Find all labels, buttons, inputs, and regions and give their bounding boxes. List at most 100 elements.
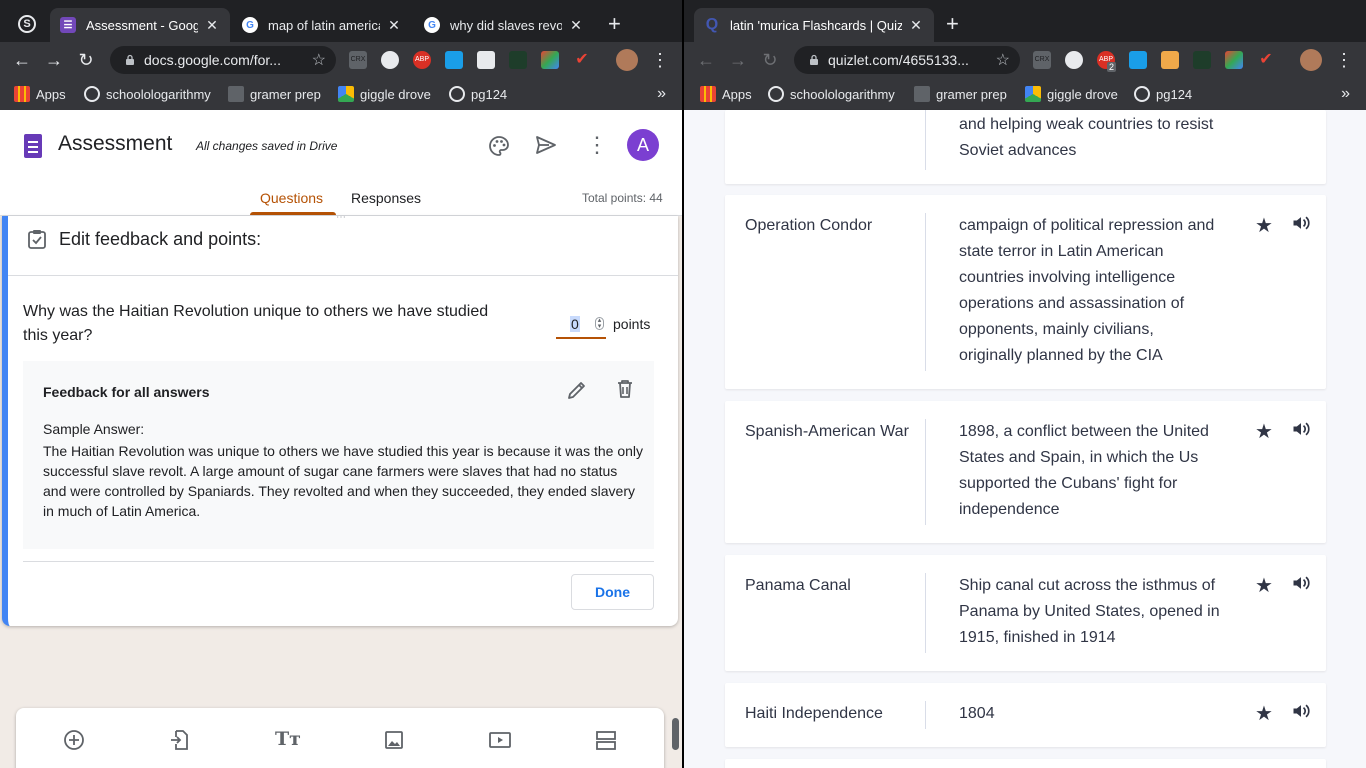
eyes-extension-icon[interactable] <box>381 51 399 69</box>
more-options-icon[interactable]: ⋮ <box>586 132 608 158</box>
crx-extension-icon[interactable]: CRX <box>349 51 367 69</box>
browser-toolbar: ← → ↻ docs.google.com/for... ☆ CRX ABP ✔… <box>0 42 682 78</box>
close-icon[interactable]: ✕ <box>568 17 584 34</box>
bookmark-pg124[interactable]: pg124 <box>449 86 507 102</box>
back-icon[interactable]: ← <box>10 48 34 72</box>
star-icon[interactable]: ★ <box>1255 701 1273 726</box>
card-divider <box>925 573 926 653</box>
account-avatar[interactable]: A <box>627 129 659 161</box>
audio-icon[interactable] <box>1291 213 1311 233</box>
add-video-icon[interactable] <box>488 728 512 752</box>
forms-logo-icon[interactable] <box>24 134 42 158</box>
tab-quizlet[interactable]: Q latin 'murica Flashcards | Quizl ✕ <box>694 8 934 42</box>
extension-green-icon[interactable] <box>1193 51 1211 69</box>
form-title[interactable]: Assessment <box>58 132 172 156</box>
schoology-icon[interactable]: S <box>18 15 36 33</box>
close-icon[interactable]: ✕ <box>386 17 402 34</box>
audio-icon[interactable] <box>1291 573 1311 593</box>
bookmark-star-icon[interactable]: ☆ <box>996 50 1010 70</box>
address-bar[interactable]: quizlet.com/4655133... ☆ <box>794 46 1020 74</box>
close-icon[interactable]: ✕ <box>908 17 924 34</box>
google-icon: G <box>242 17 258 33</box>
extension-box-icon[interactable] <box>1161 51 1179 69</box>
reload-icon[interactable]: ↻ <box>758 48 782 72</box>
new-tab-icon[interactable]: + <box>946 12 959 36</box>
bookmark-giggle-drove[interactable]: giggle drove <box>338 86 431 102</box>
card-term: Operation Condor <box>745 217 873 234</box>
import-questions-icon[interactable] <box>168 728 192 752</box>
back-icon[interactable]: ← <box>694 48 718 72</box>
star-icon[interactable]: ★ <box>1255 419 1273 444</box>
add-image-icon[interactable] <box>382 728 406 752</box>
audio-icon[interactable] <box>1291 419 1311 439</box>
flashcard: Panama Canal Ship canal cut across the i… <box>725 555 1326 671</box>
star-icon[interactable]: ★ <box>1255 213 1273 238</box>
bookmark-gramer-prep[interactable]: gramer prep <box>914 86 1007 102</box>
extension-check-icon[interactable]: ✔ <box>573 51 591 69</box>
divider <box>8 275 678 276</box>
schoology-icon <box>84 86 100 102</box>
forward-icon[interactable]: → <box>42 48 66 72</box>
star-icon[interactable]: ★ <box>1255 573 1273 598</box>
send-icon[interactable] <box>534 133 558 157</box>
reload-icon[interactable]: ↻ <box>74 48 98 72</box>
trash-icon[interactable] <box>613 377 637 401</box>
sample-answer-text: The Haitian Revolution was unique to oth… <box>43 443 644 519</box>
points-input[interactable]: 0 ▴ ▾ <box>556 313 606 339</box>
eyes-extension-icon[interactable] <box>1065 51 1083 69</box>
gb-icon <box>914 86 930 102</box>
add-question-icon[interactable] <box>62 728 86 752</box>
adblock-icon[interactable]: ABP <box>413 51 431 69</box>
tab-responses[interactable]: Responses <box>351 190 421 206</box>
forward-icon[interactable]: → <box>726 48 750 72</box>
question-card: ⋯ Edit feedback and points: Why was the … <box>2 212 678 626</box>
bookmark-apps[interactable]: Apps <box>14 86 66 102</box>
url-text: quizlet.com/4655133... <box>828 52 969 68</box>
forms-icon: ☰ <box>60 17 76 33</box>
extension-colorful-icon[interactable] <box>541 51 559 69</box>
extension-box-icon[interactable] <box>477 51 495 69</box>
edit-pencil-icon[interactable] <box>565 378 589 402</box>
bookmark-giggle-drove[interactable]: giggle drove <box>1025 86 1118 102</box>
extension-check-icon[interactable]: ✔ <box>1257 51 1275 69</box>
bookmark-schoolologarithmy[interactable]: schoolologarithmy <box>84 86 211 102</box>
crx-extension-icon[interactable]: CRX <box>1033 51 1051 69</box>
url-text: docs.google.com/for... <box>144 52 281 68</box>
palette-icon[interactable] <box>487 134 511 158</box>
bookmark-gramer-prep[interactable]: gramer prep <box>228 86 321 102</box>
address-bar[interactable]: docs.google.com/for... ☆ <box>110 46 336 74</box>
close-icon[interactable]: ✕ <box>204 17 220 34</box>
add-title-icon[interactable]: Tт <box>275 728 301 750</box>
menu-dots-icon[interactable]: ⋮ <box>648 48 672 72</box>
drive-icon <box>1025 86 1041 102</box>
bookmark-pg124[interactable]: pg124 <box>1134 86 1192 102</box>
tab-questions[interactable]: Questions <box>260 190 323 206</box>
bookmark-schoolologarithmy[interactable]: schoolologarithmy <box>768 86 895 102</box>
profile-avatar[interactable] <box>1300 49 1322 71</box>
edit-feedback-title: Edit feedback and points: <box>59 229 262 249</box>
add-section-icon[interactable] <box>594 728 618 752</box>
drag-handle-icon[interactable]: ⋯ <box>336 212 347 223</box>
extension-green-icon[interactable] <box>509 51 527 69</box>
bookmark-star-icon[interactable]: ☆ <box>312 50 326 70</box>
feedback-title: Feedback for all answers <box>43 384 210 400</box>
stepper-icon[interactable]: ▴ ▾ <box>595 317 604 330</box>
tab-why-slaves-revolt[interactable]: G why did slaves revolt ✕ <box>414 8 594 42</box>
bookmarks-overflow-icon[interactable]: » <box>1341 85 1350 103</box>
extension-blue-icon[interactable] <box>1129 51 1147 69</box>
scrollbar-thumb[interactable] <box>672 718 679 750</box>
bookmarks-overflow-icon[interactable]: » <box>657 85 666 103</box>
menu-dots-icon[interactable]: ⋮ <box>1332 48 1356 72</box>
tab-map-latin-america[interactable]: G map of latin america ✕ <box>232 8 412 42</box>
extension-colorful-icon[interactable] <box>1225 51 1243 69</box>
profile-avatar[interactable] <box>616 49 638 71</box>
audio-icon[interactable] <box>1291 701 1311 721</box>
extension-blue-icon[interactable] <box>445 51 463 69</box>
tab-assessment[interactable]: ☰ Assessment - Google ✕ <box>50 8 230 42</box>
card-definition: campaign of political repression and sta… <box>959 217 1215 364</box>
bookmark-apps[interactable]: Apps <box>700 86 752 102</box>
adblock-badge: 2 <box>1107 62 1117 72</box>
done-button[interactable]: Done <box>571 574 654 610</box>
new-tab-icon[interactable]: + <box>608 12 621 36</box>
google-forms-window: S ☰ Assessment - Google ✕ G map of latin… <box>0 0 682 768</box>
